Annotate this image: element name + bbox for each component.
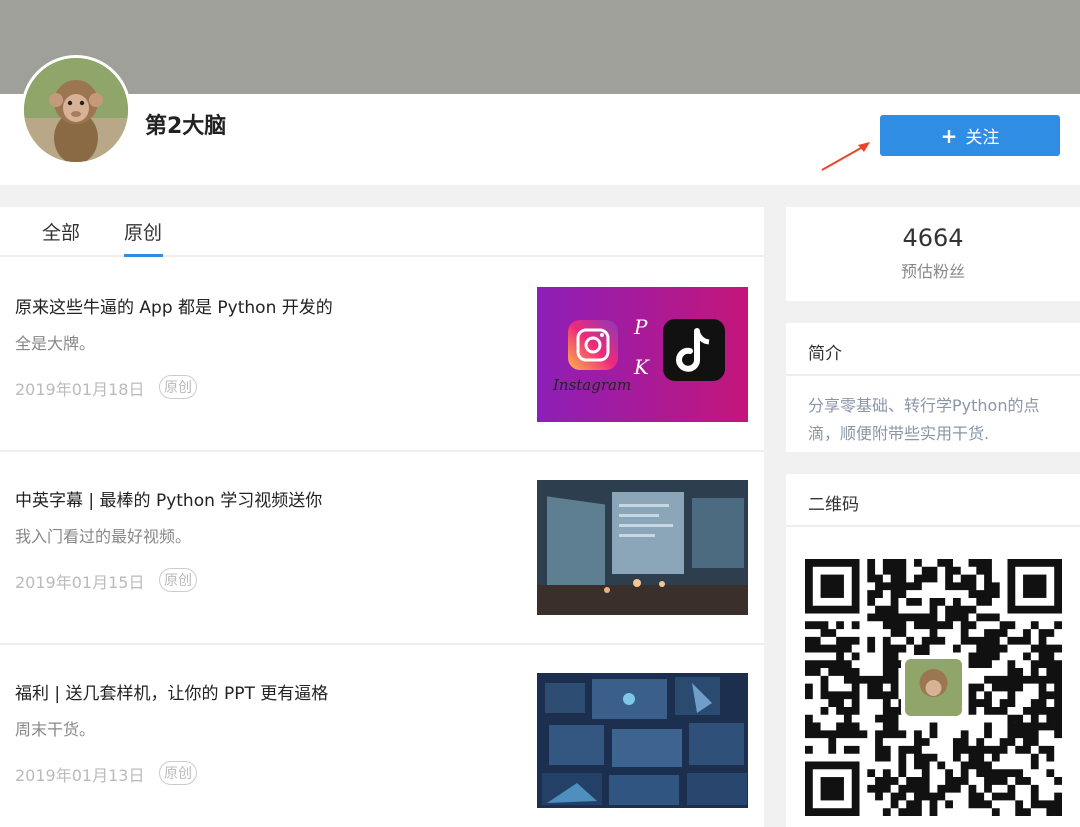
article-thumbnail[interactable] [537,673,748,808]
article-thumbnail[interactable]: P K Instagram [537,287,748,422]
qr-title: 二维码 [786,474,1080,527]
active-tab-indicator [124,254,163,257]
article-title[interactable]: 原来这些牛逼的 App 都是 Python 开发的 [15,293,333,318]
intro-text: 分享零基础、转行学Python的点滴，顺便附带些实用干货. [808,396,1040,443]
original-badge: 原创 [159,761,197,785]
qr-code [805,559,1062,816]
intro-title: 简介 [786,323,1080,376]
instagram-icon [568,320,618,370]
qr-card: 二维码 [786,474,1080,827]
article-desc: 周末干货。 [15,720,96,739]
fans-count: 4664 [902,224,964,252]
original-badge: 原创 [159,568,197,592]
article-title[interactable]: 中英字幕 | 最棒的 Python 学习视频送你 [15,486,322,511]
follow-button[interactable]: + 关注 [880,115,1060,156]
article-date: 2019年01月13日 [15,766,145,785]
article-item[interactable]: 中英字幕 | 最棒的 Python 学习视频送你 我入门看过的最好视频。 201… [0,452,764,645]
article-date: 2019年01月18日 [15,380,145,399]
article-item[interactable]: 福利 | 送几套样机，让你的 PPT 更有逼格 周末干货。 2019年01月13… [0,645,764,827]
article-item[interactable]: 原来这些牛逼的 App 都是 Python 开发的 全是大牌。 2019年01月… [0,259,764,452]
original-badge: 原创 [159,375,197,399]
article-panel: 全部 原创 原来这些牛逼的 App 都是 Python 开发的 全是大牌。 20… [0,207,764,827]
fans-card: 4664 预估粉丝 [786,207,1080,301]
tab-original[interactable]: 原创 [124,218,162,245]
thumb-text-k: K [633,355,650,379]
profile-name: 第2大脑 [145,114,227,139]
article-desc: 我入门看过的最好视频。 [15,527,192,546]
thumb-text-instagram: Instagram [552,376,631,394]
article-date: 2019年01月15日 [15,573,145,592]
fans-label: 预估粉丝 [900,262,965,281]
follow-label: 关注 [965,128,1000,148]
article-desc: 全是大牌。 [15,334,96,353]
tab-bar: 全部 原创 [0,207,764,257]
plus-icon: + [940,123,958,148]
intro-card: 简介 分享零基础、转行学Python的点滴，顺便附带些实用干货. [786,323,1080,452]
red-arrow-annotation [821,142,870,171]
article-title[interactable]: 福利 | 送几套样机，让你的 PPT 更有逼格 [15,679,328,704]
thumb-text-p: P [633,315,648,339]
article-thumbnail[interactable] [537,480,748,615]
tab-all[interactable]: 全部 [42,218,80,245]
profile-banner [0,0,1080,94]
avatar[interactable] [21,55,131,165]
